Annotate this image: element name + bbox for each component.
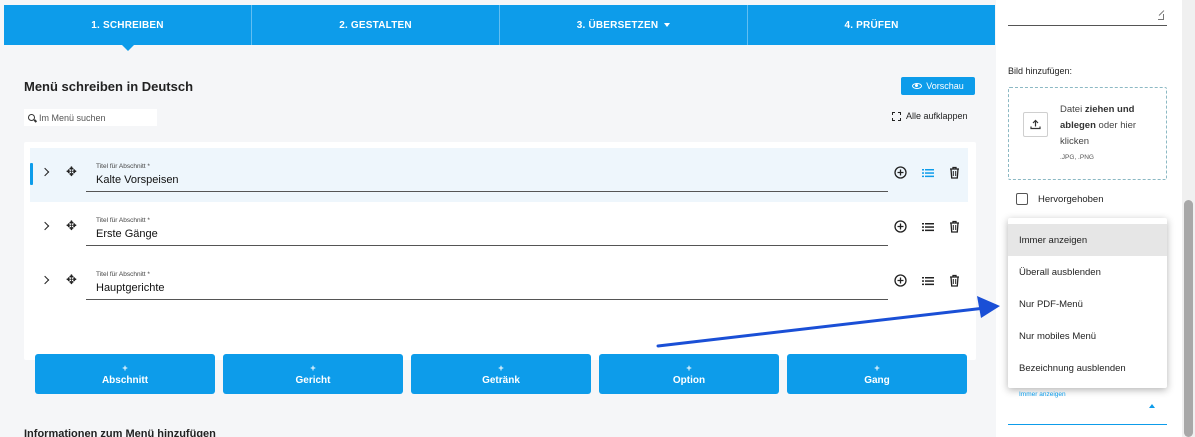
image-label: Bild hinzufügen: [1008, 66, 1073, 76]
upload-icon[interactable] [1023, 112, 1048, 137]
trash-icon[interactable] [948, 166, 961, 179]
dropdown-option-hide-label[interactable]: Bezeichnung ausblenden [1008, 352, 1167, 384]
search-input[interactable] [39, 112, 149, 123]
step-label: 3. ÜBERSETZEN [576, 19, 659, 31]
plus-icon: + [686, 362, 692, 373]
search-icon [28, 114, 35, 121]
drop-instructions: Datei ziehen und ablegen oder hier klick… [1060, 104, 1137, 147]
section-title-input[interactable] [96, 228, 876, 240]
file-formats: .JPG, .PNG [1060, 154, 1094, 161]
expand-all-label: Alle aufklappen [906, 111, 968, 121]
description-textarea[interactable] [1008, 0, 1167, 26]
drag-handle-icon[interactable]: ✥ [66, 272, 77, 288]
section-title-field: Titel für Abschnitt * [86, 158, 888, 192]
image-dropzone[interactable]: Datei ziehen und ablegen oder hier klick… [1008, 87, 1167, 180]
add-button-label: Gang [864, 374, 890, 386]
dropdown-option-mobile-only[interactable]: Nur mobiles Menü [1008, 320, 1167, 352]
scrollbar-thumb[interactable] [1184, 200, 1193, 437]
plus-icon: + [874, 362, 880, 373]
resize-handle-icon[interactable] [1158, 14, 1164, 20]
preview-button[interactable]: Vorschau [901, 77, 975, 95]
section-actions [894, 274, 961, 287]
add-dish-button[interactable]: + Gericht [223, 354, 403, 394]
drag-handle-icon[interactable]: ✥ [66, 218, 77, 234]
list-icon[interactable] [921, 220, 934, 233]
info-section-title: Informationen zum Menü hinzufügen [24, 428, 216, 437]
add-circle-icon[interactable] [894, 166, 907, 179]
chevron-right-icon[interactable] [40, 167, 50, 177]
dropdown-option-always-show[interactable]: Immer anzeigen [1008, 224, 1167, 256]
dropdown-option-hide-everywhere[interactable]: Überall ausblenden [1008, 256, 1167, 288]
field-label: Titel für Abschnitt * [96, 271, 150, 278]
plus-icon: + [122, 362, 128, 373]
plus-icon: + [310, 362, 316, 373]
step-review[interactable]: 4. PRÜFEN [748, 5, 995, 45]
trash-icon[interactable] [948, 274, 961, 287]
eye-icon [912, 83, 923, 89]
add-button-label: Gericht [295, 374, 331, 386]
preview-label: Vorschau [926, 81, 964, 91]
step-label: 2. GESTALTEN [339, 19, 412, 31]
add-circle-icon[interactable] [894, 220, 907, 233]
step-label: 4. PRÜFEN [844, 19, 899, 31]
add-button-label: Getränk [482, 374, 520, 386]
visibility-dropdown-menu: Immer anzeigen Überall ausblenden Nur PD… [1008, 218, 1167, 388]
add-drink-button[interactable]: + Getränk [411, 354, 591, 394]
field-label: Titel für Abschnitt * [96, 163, 150, 170]
add-buttons: + Abschnitt + Gericht + Getränk + Option + Ga… [35, 354, 967, 394]
step-translate[interactable]: 3. ÜBERSETZEN [500, 5, 748, 45]
add-button-label: Abschnitt [101, 374, 149, 386]
caret-down-icon [664, 23, 671, 27]
expand-all-button[interactable]: Alle aufklappen [892, 111, 968, 121]
trash-icon[interactable] [948, 220, 961, 233]
section-title-field: Titel für Abschnitt * [86, 212, 888, 246]
section-title-field: Titel für Abschnitt * [86, 266, 888, 300]
section-actions [894, 220, 961, 233]
sections-panel: ✥ Titel für Abschnitt * ✥ Titel für Absc… [24, 142, 976, 360]
add-course-button[interactable]: + Gang [787, 354, 967, 394]
select-label: Immer anzeigen [1019, 391, 1066, 398]
caret-up-icon [1149, 404, 1155, 408]
section-row: ✥ Titel für Abschnitt * [30, 202, 968, 256]
list-icon[interactable] [921, 166, 934, 179]
section-actions [894, 166, 961, 179]
step-label: 1. SCHREIBEN [91, 19, 164, 31]
chevron-right-icon[interactable] [40, 221, 50, 231]
add-option-button[interactable]: + Option [599, 354, 779, 394]
expand-icon [892, 111, 901, 121]
section-row: ✥ Titel für Abschnitt * [30, 148, 968, 202]
featured-checkbox[interactable] [1016, 193, 1028, 205]
step-navigation: 1. SCHREIBEN 2. GESTALTEN 3. ÜBERSETZEN … [4, 5, 995, 51]
field-label: Titel für Abschnitt * [96, 217, 150, 224]
featured-label: Hervorgehoben [1038, 193, 1104, 205]
dropdown-option-pdf-only[interactable]: Nur PDF-Menü [1008, 288, 1167, 320]
list-icon[interactable] [921, 274, 934, 287]
add-section-button[interactable]: + Abschnitt [35, 354, 215, 394]
section-title-input[interactable] [96, 282, 876, 294]
featured-option: Hervorgehoben [1016, 193, 1104, 205]
step-write[interactable]: 1. SCHREIBEN [4, 5, 252, 51]
add-button-label: Option [672, 374, 706, 386]
add-circle-icon[interactable] [894, 274, 907, 287]
drag-handle-icon[interactable]: ✥ [66, 164, 77, 180]
section-title-input[interactable] [96, 174, 876, 186]
chevron-right-icon[interactable] [40, 275, 50, 285]
section-row: ✥ Titel für Abschnitt * [30, 256, 968, 310]
menu-search [24, 109, 157, 126]
visibility-select[interactable]: Immer anzeigen [1008, 388, 1167, 425]
page-title: Menü schreiben in Deutsch [24, 79, 194, 94]
step-design[interactable]: 2. GESTALTEN [252, 5, 500, 45]
plus-icon: + [498, 362, 504, 373]
